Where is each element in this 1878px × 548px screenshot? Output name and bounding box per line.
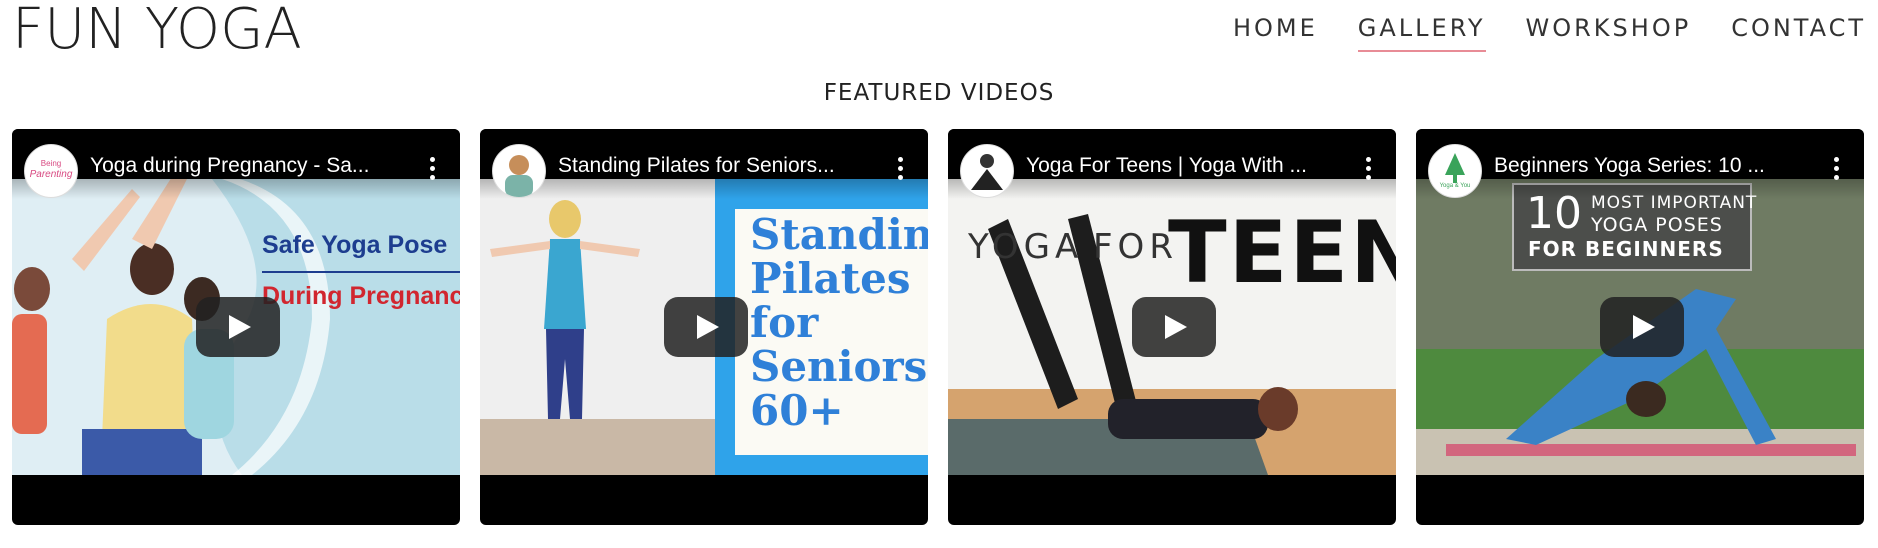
channel-avatar[interactable] bbox=[492, 144, 546, 198]
more-options-icon[interactable] bbox=[898, 157, 904, 180]
more-options-icon[interactable] bbox=[430, 157, 436, 180]
nav-workshop[interactable]: WORKSHOP bbox=[1526, 10, 1692, 52]
channel-avatar[interactable] bbox=[960, 144, 1014, 198]
channel-avatar[interactable]: Yoga & You bbox=[1428, 144, 1482, 198]
thumbnail-text: FOR BEGINNERS bbox=[1528, 237, 1724, 261]
avatar-text: Yoga & You bbox=[1439, 183, 1471, 189]
avatar-text: Being bbox=[40, 159, 62, 168]
video-title[interactable]: Yoga during Pregnancy - Sa... bbox=[90, 154, 390, 178]
thumbnail-text: 60+ bbox=[750, 386, 844, 435]
video-card-pregnancy[interactable]: Safe Yoga Pose During Pregnanc Being Par… bbox=[12, 129, 460, 525]
thumbnail-text: TEENS bbox=[1168, 203, 1396, 303]
more-options-icon[interactable] bbox=[1366, 157, 1372, 180]
nav-gallery[interactable]: GALLERY bbox=[1357, 10, 1486, 52]
video-card-teens[interactable]: YOGA FOR TEENS Yoga For Teens | Yoga Wit… bbox=[948, 129, 1396, 525]
avatar-text: Parenting bbox=[29, 169, 73, 180]
video-header: Standing Pilates for Seniors... bbox=[480, 129, 928, 199]
play-button-icon[interactable] bbox=[196, 297, 280, 357]
video-header: Yoga & You Beginners Yoga Series: 10 ... bbox=[1416, 129, 1864, 199]
thumbnail-text: Pilates bbox=[750, 254, 911, 303]
play-button-icon[interactable] bbox=[1600, 297, 1684, 357]
nav-home[interactable]: HOME bbox=[1233, 10, 1318, 52]
video-title[interactable]: Standing Pilates for Seniors... bbox=[558, 154, 858, 178]
video-title[interactable]: Beginners Yoga Series: 10 ... bbox=[1494, 154, 1794, 178]
video-title[interactable]: Yoga For Teens | Yoga With ... bbox=[1026, 154, 1326, 178]
nav-contact[interactable]: CONTACT bbox=[1731, 10, 1866, 52]
video-card-beginners[interactable]: 10 MOST IMPORTANT YOGA POSES FOR BEGINNE… bbox=[1416, 129, 1864, 525]
thumbnail-text: Seniors bbox=[750, 342, 928, 391]
video-header: Being Parenting Yoga during Pregnancy - … bbox=[12, 129, 460, 199]
thumbnail-divider bbox=[262, 271, 460, 273]
thumbnail-text: YOGA POSES bbox=[1591, 214, 1723, 236]
main-nav: HOME GALLERY WORKSHOP CONTACT bbox=[1193, 10, 1866, 52]
thumbnail-text: Safe Yoga Pose bbox=[262, 231, 448, 259]
thumbnail-text: FOR bbox=[1093, 227, 1178, 267]
thumbnail-text: YOGA bbox=[968, 227, 1084, 267]
thumbnail-text: for bbox=[750, 298, 819, 347]
more-options-icon[interactable] bbox=[1834, 157, 1840, 180]
thumbnail-text: Standing bbox=[750, 210, 928, 259]
channel-avatar[interactable]: Being Parenting bbox=[24, 144, 78, 198]
video-card-pilates[interactable]: Standing Pilates for Seniors 60+ Standin… bbox=[480, 129, 928, 525]
site-logo[interactable]: FUN YOGA bbox=[12, 0, 302, 62]
section-title: FEATURED VIDEOS bbox=[823, 80, 1055, 106]
thumbnail-text: During Pregnanc bbox=[262, 282, 460, 310]
play-button-icon[interactable] bbox=[664, 297, 748, 357]
video-header: Yoga For Teens | Yoga With ... bbox=[948, 129, 1396, 199]
play-button-icon[interactable] bbox=[1132, 297, 1216, 357]
